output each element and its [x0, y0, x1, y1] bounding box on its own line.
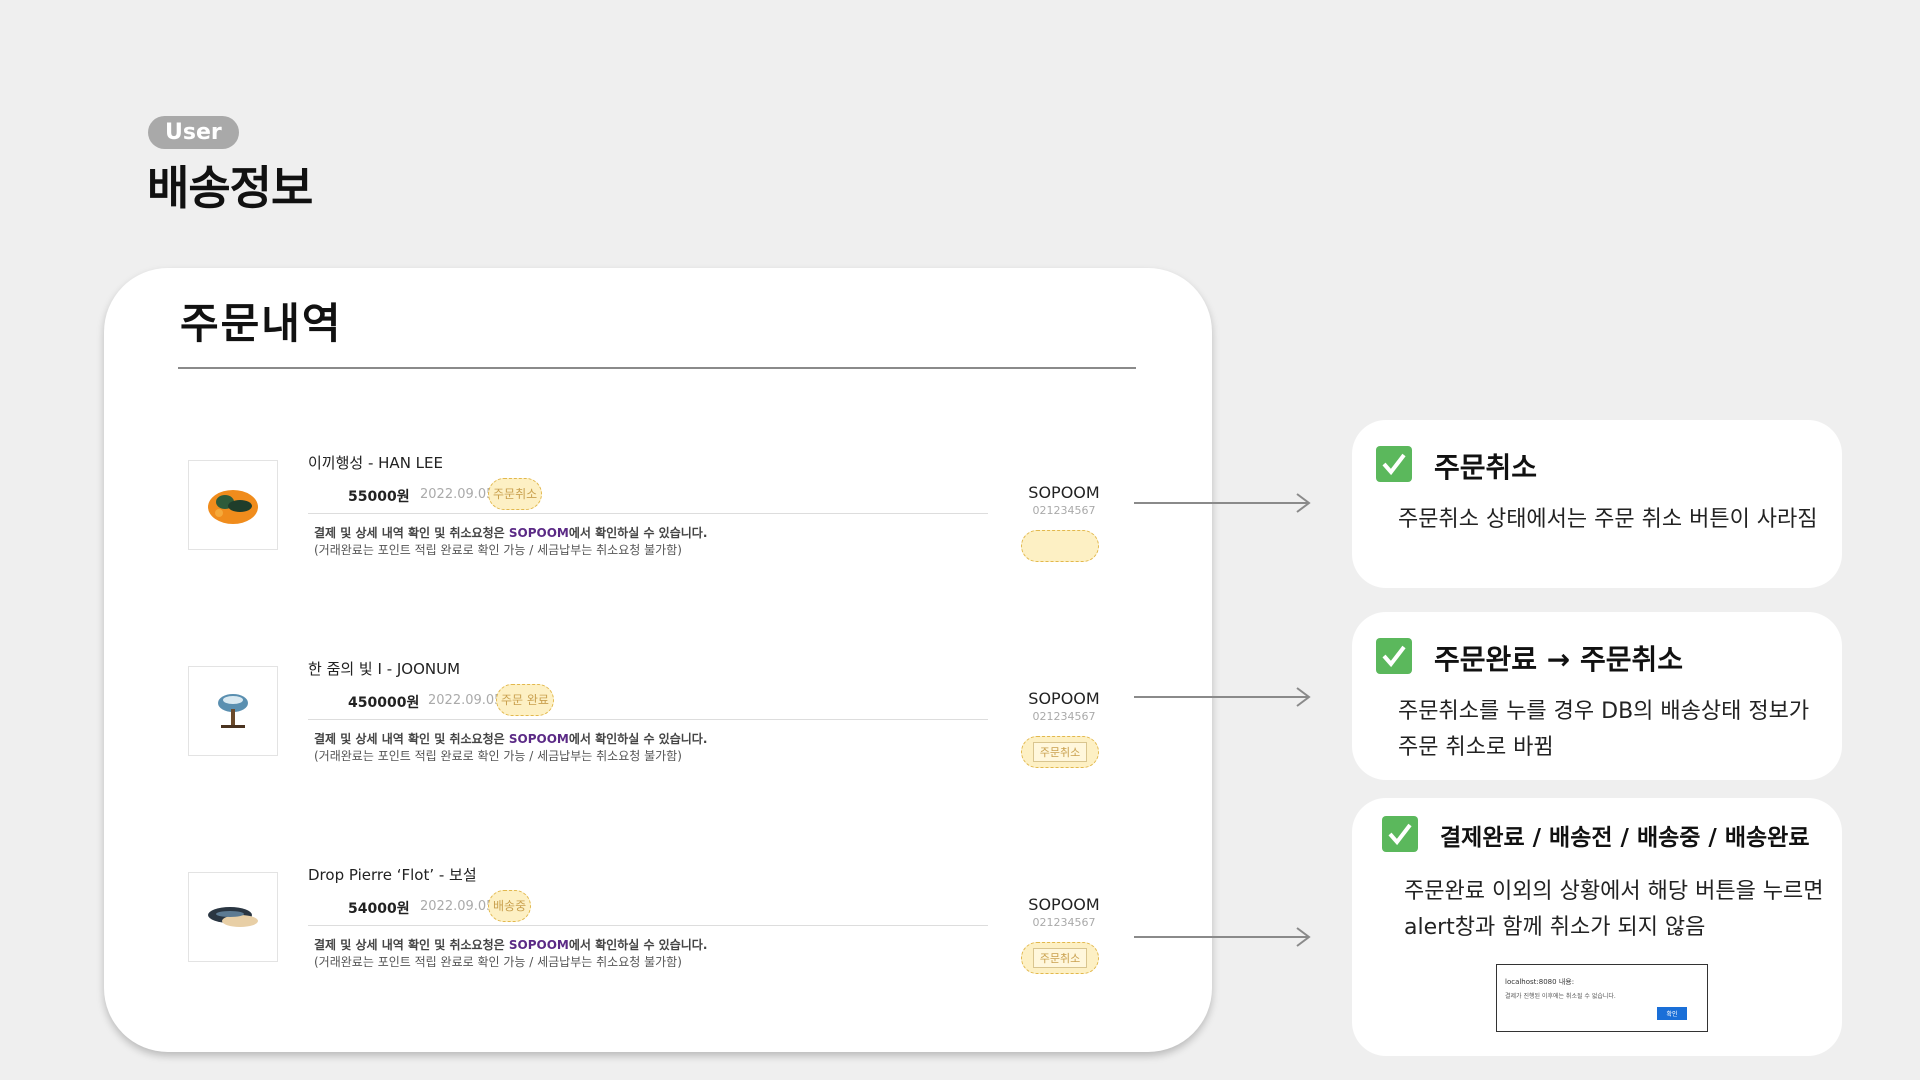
title-divider [178, 367, 1136, 369]
alert-dialog-screenshot: localhost:8080 내용: 결제가 진행된 이후에는 취소될 수 없습… [1496, 964, 1708, 1032]
artwork-image-icon [218, 694, 248, 728]
info-panel: 주문취소 주문취소 상태에서는 주문 취소 버튼이 사라짐 [1352, 420, 1842, 588]
order-notice: 결제 및 상세 내역 확인 및 취소요청은 SOPOOM에서 확인하실 수 있습… [314, 526, 708, 540]
order-notice: 결제 및 상세 내역 확인 및 취소요청은 SOPOOM에서 확인하실 수 있습… [314, 732, 708, 746]
checkmark-icon [1376, 446, 1412, 482]
panel-body: 주문취소를 누를 경우 DB의 배송상태 정보가 주문 취소로 바뀜 [1398, 699, 1810, 760]
panel-title: 주문완료 → 주문취소 [1434, 643, 1684, 676]
alert-message: 결제가 진행된 이후에는 취소될 수 없습니다. [1505, 993, 1616, 1000]
seller-code: 021234567 [1032, 504, 1096, 517]
seller-code: 021234567 [1032, 916, 1096, 929]
order-cancel-button[interactable]: 주문취소 [1021, 736, 1099, 768]
order-price: 54000원 [348, 901, 410, 917]
order-subnotice: (거래완료는 포인트 적립 완료로 확인 가능 / 세금납부는 취소요청 불가함… [314, 543, 682, 557]
seller-name: SOPOOM [1028, 895, 1100, 914]
user-badge: User [148, 116, 239, 149]
order-cancel-button[interactable]: 주문취소 [1021, 942, 1099, 974]
product-thumbnail[interactable] [188, 460, 278, 550]
order-date: 2022.09.05 [420, 899, 495, 914]
row-divider [308, 513, 988, 514]
panel-title: 주문취소 [1434, 451, 1538, 484]
info-panel: 주문완료 → 주문취소 주문취소를 누를 경우 DB의 배송상태 정보가 주문 … [1352, 612, 1842, 780]
cancel-button-removed [1021, 530, 1099, 562]
order-row: 이끼행성 - HAN LEE 55000원 2022.09.05 주문취소 결제… [104, 454, 1212, 630]
checkmark-icon [1382, 816, 1418, 852]
order-history-card: 주문내역 이끼행성 - HAN LEE 55000원 2022.09.05 주문… [104, 268, 1212, 1052]
order-subnotice: (거래완료는 포인트 적립 완료로 확인 가능 / 세금납부는 취소요청 불가함… [314, 955, 682, 969]
artwork-image-icon [208, 490, 258, 524]
checkmark-icon [1376, 638, 1412, 674]
seller-name: SOPOOM [1028, 689, 1100, 708]
arrow-right-icon [1134, 493, 1311, 513]
seller-name: SOPOOM [1028, 483, 1100, 502]
alert-title: localhost:8080 내용: [1505, 978, 1575, 986]
card-title: 주문내역 [180, 299, 343, 348]
panel-body: 주문완료 이외의 상황에서 해당 버튼을 누르면 alert창과 함께 취소가 … [1404, 879, 1824, 940]
row-divider [308, 719, 988, 720]
info-panel: 결제완료 / 배송전 / 배송중 / 배송완료 주문완료 이외의 상황에서 해당… [1352, 798, 1842, 1056]
order-row: Drop Pierre ‘Flot’ - 보설 54000원 2022.09.0… [104, 866, 1212, 1042]
seller-code: 021234567 [1032, 710, 1096, 723]
panel-title: 결제완료 / 배송전 / 배송중 / 배송완료 [1440, 825, 1810, 851]
product-thumbnail[interactable] [188, 666, 278, 756]
artwork-image-icon [208, 907, 258, 927]
order-status-badge: 주문취소 [488, 478, 543, 510]
order-date: 2022.09.05 [428, 693, 503, 708]
page-title: 배송정보 [147, 161, 313, 215]
product-thumbnail[interactable] [188, 872, 278, 962]
product-name[interactable]: 한 줌의 빛 I - JOONUM [308, 658, 460, 679]
product-name[interactable]: 이끼행성 - HAN LEE [308, 452, 443, 473]
order-price: 55000원 [348, 489, 410, 505]
product-name[interactable]: Drop Pierre ‘Flot’ - 보설 [308, 864, 477, 885]
arrow-right-icon [1134, 927, 1311, 947]
panel-body: 주문취소 상태에서는 주문 취소 버튼이 사라짐 [1398, 507, 1818, 532]
order-status-badge: 주문 완료 [496, 684, 554, 716]
row-divider [308, 925, 988, 926]
arrow-right-icon [1134, 687, 1311, 707]
order-row: 한 줌의 빛 I - JOONUM 450000원 2022.09.05 주문 … [104, 660, 1212, 836]
alert-confirm-button[interactable]: 확인 [1657, 1007, 1687, 1020]
order-subnotice: (거래완료는 포인트 적립 완료로 확인 가능 / 세금납부는 취소요청 불가함… [314, 749, 682, 763]
order-date: 2022.09.05 [420, 487, 495, 502]
order-price: 450000원 [348, 695, 420, 711]
order-notice: 결제 및 상세 내역 확인 및 취소요청은 SOPOOM에서 확인하실 수 있습… [314, 938, 708, 952]
order-status-badge: 배송중 [488, 890, 532, 922]
